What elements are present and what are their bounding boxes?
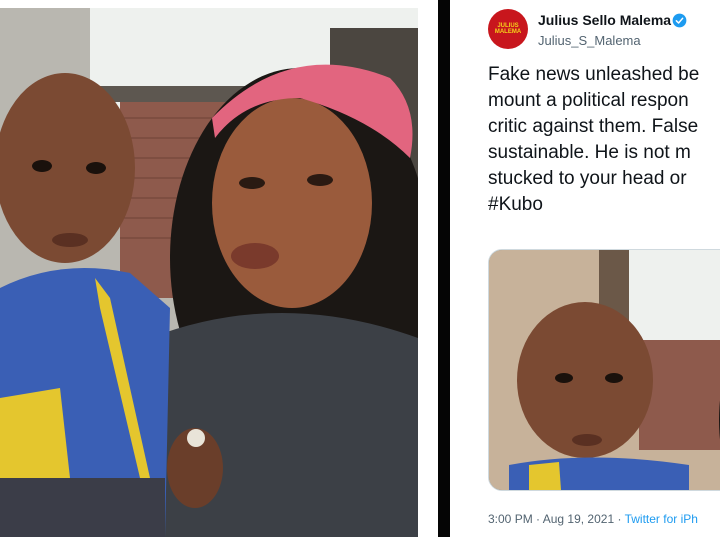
selfie-photo-illustration bbox=[0, 8, 418, 537]
verified-badge-icon bbox=[672, 13, 687, 28]
tweet-timestamp[interactable]: 3:00 PM · Aug 19, 2021 · Twitter for iPh bbox=[488, 512, 698, 526]
tweet-text-line: Fake news unleashed be bbox=[488, 64, 700, 85]
tweet-text-line: sustainable. He is not m bbox=[488, 142, 691, 163]
tweet-media-illustration bbox=[489, 250, 720, 490]
tweet-text-line: stucked to your head or bbox=[488, 168, 687, 189]
selfie-photo bbox=[0, 8, 418, 537]
hashtag-link[interactable]: #Kubo bbox=[488, 192, 720, 218]
tweet-text-line: mount a political respon bbox=[488, 90, 689, 111]
meta-separator: · bbox=[617, 512, 622, 526]
author-name[interactable]: Julius Sello Malema bbox=[538, 12, 671, 28]
tweet-text-line: critic against them. False bbox=[488, 116, 699, 137]
author-handle[interactable]: Julius_S_Malema bbox=[538, 33, 641, 48]
avatar[interactable]: JULIUS MALEMA bbox=[488, 9, 528, 49]
tweet-media-image[interactable] bbox=[488, 249, 720, 491]
avatar-logo-text: JULIUS MALEMA bbox=[494, 23, 522, 35]
divider-bar bbox=[438, 0, 450, 537]
tweet-text: Fake news unleashed be mount a political… bbox=[488, 62, 720, 218]
meta-separator: · bbox=[536, 512, 541, 526]
tweet-date: Aug 19, 2021 bbox=[542, 512, 615, 526]
tweet-source-link[interactable]: Twitter for iPh bbox=[625, 512, 698, 526]
tweet-card: JULIUS MALEMA Julius Sello Malema Julius… bbox=[462, 0, 720, 537]
tweet-time: 3:00 PM bbox=[488, 512, 533, 526]
